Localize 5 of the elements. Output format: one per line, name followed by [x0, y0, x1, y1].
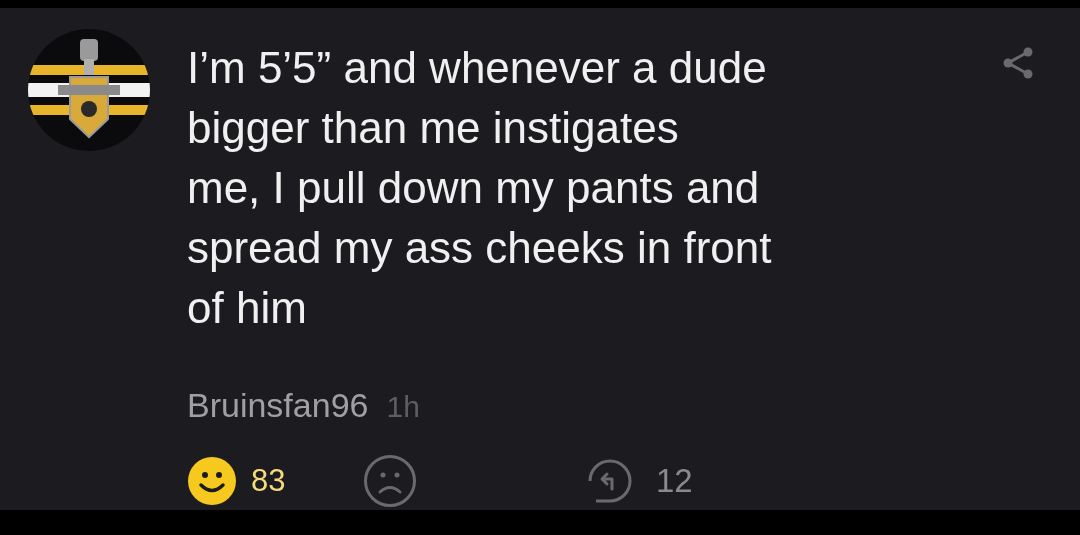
- author-name[interactable]: Bruinsfan96: [187, 380, 369, 431]
- comment-time: 1h: [386, 389, 420, 425]
- like-count: 83: [251, 461, 287, 500]
- reply-count: 12: [656, 461, 693, 502]
- comment-text: I’m 5’5” and whenever a dude bigger than me instigates me, I pull down my pants and spread my ass cheeks in front of him: [187, 42, 773, 334]
